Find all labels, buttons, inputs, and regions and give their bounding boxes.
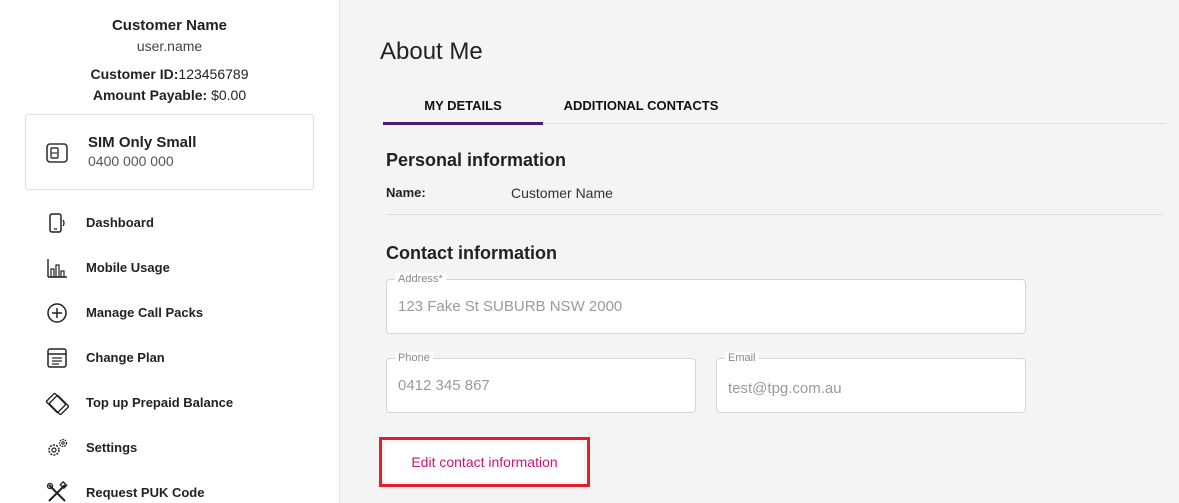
name-label: Name: <box>386 185 426 200</box>
contact-info-heading: Contact information <box>386 243 557 263</box>
sidebar-item-label: Mobile Usage <box>86 260 170 275</box>
profile-summary: Customer Name user.name Customer ID:1234… <box>0 0 339 105</box>
sidebar-item-label: Manage Call Packs <box>86 305 204 320</box>
gears-icon <box>48 438 68 456</box>
customer-id-label: Customer ID: <box>90 66 179 82</box>
email-field[interactable]: Email test@tpg.com.au <box>716 352 1026 413</box>
phone-value: 0412 345 867 <box>398 377 490 394</box>
sidebar-item-mobile-usage[interactable]: Mobile Usage <box>0 245 340 290</box>
sidebar-item-label: Settings <box>86 440 138 455</box>
plan-card[interactable]: SIM Only Small 0400 000 000 <box>25 114 314 190</box>
email-value: test@tpg.com.au <box>728 380 842 397</box>
sidebar-item-dashboard[interactable]: Dashboard <box>0 200 340 245</box>
sidebar-item-change-plan[interactable]: Change Plan <box>0 335 340 380</box>
amount-payable-value: $0.00 <box>211 87 247 103</box>
phone-icon <box>49 213 65 233</box>
sim-card-icon <box>46 143 68 163</box>
sidebar-item-label: Request PUK Code <box>86 485 205 500</box>
customer-id: Customer ID:123456789 <box>0 66 339 84</box>
highlight-box: Edit contact information <box>379 437 590 487</box>
tools-icon <box>46 481 68 502</box>
sidebar: Customer Name user.name Customer ID:1234… <box>0 0 340 503</box>
address-field[interactable]: Address* 123 Fake St SUBURB NSW 2000 <box>386 273 1026 334</box>
name-value: Customer Name <box>511 185 613 201</box>
plus-circle-icon <box>47 303 67 323</box>
sidebar-item-top-up[interactable]: Top up Prepaid Balance <box>0 380 340 425</box>
page-title: About Me <box>380 38 483 65</box>
tab-bar: MY DETAILS ADDITIONAL CONTACTS <box>383 86 1166 125</box>
phone-field[interactable]: Phone 0412 345 867 <box>386 352 696 413</box>
edit-contact-button[interactable]: Edit contact information <box>385 443 584 481</box>
main-content: About Me MY DETAILS ADDITIONAL CONTACTS … <box>341 0 1179 503</box>
sidebar-item-label: Change Plan <box>86 350 165 365</box>
sidebar-item-manage-call-packs[interactable]: Manage Call Packs <box>0 290 340 335</box>
tab-my-details[interactable]: MY DETAILS <box>383 86 543 125</box>
amount-payable: Amount Payable: $0.00 <box>0 87 339 105</box>
personal-info-heading: Personal information <box>386 150 567 170</box>
plan-name: SIM Only Small <box>88 134 197 151</box>
customer-name: Customer Name <box>111 17 228 34</box>
sidebar-item-request-puk[interactable]: Request PUK Code <box>0 470 340 503</box>
username: user.name <box>136 38 203 54</box>
tab-additional-contacts[interactable]: ADDITIONAL CONTACTS <box>553 86 729 124</box>
sidebar-item-settings[interactable]: Settings <box>0 425 340 470</box>
divider <box>386 214 1163 215</box>
top-up-card-icon <box>45 392 69 415</box>
customer-id-value: 123456789 <box>178 66 249 82</box>
sidebar-item-label: Dashboard <box>86 215 154 230</box>
plan-list-icon <box>47 348 67 368</box>
address-value: 123 Fake St SUBURB NSW 2000 <box>398 298 623 315</box>
sidebar-item-label: Top up Prepaid Balance <box>86 395 234 410</box>
plan-number: 0400 000 000 <box>88 153 174 169</box>
sidebar-nav: Dashboard Mobile Usage Manage Call Packs <box>0 200 340 503</box>
bar-chart-icon <box>47 259 67 278</box>
amount-payable-label: Amount Payable: <box>92 87 208 103</box>
